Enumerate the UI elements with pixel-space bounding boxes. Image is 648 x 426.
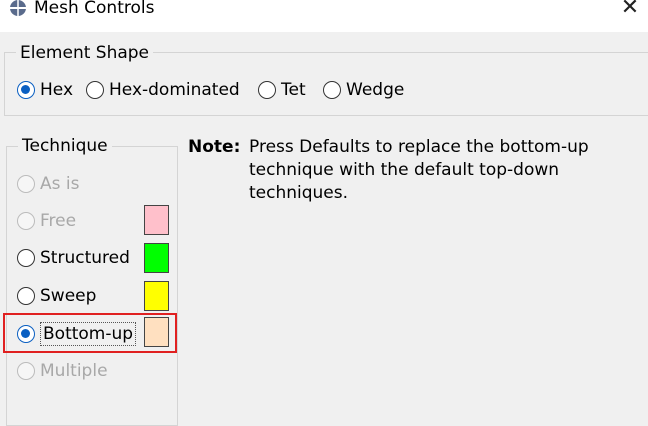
technique-option-sweep[interactable]: Sweep [17, 285, 96, 307]
technique-option-label: As is [40, 174, 80, 194]
technique-option-label: Multiple [40, 361, 108, 381]
technique-option-structured[interactable]: Structured [17, 247, 130, 269]
radio-hex-dominated[interactable] [86, 81, 104, 99]
radio-sweep[interactable] [17, 287, 35, 305]
close-icon[interactable]: ✕ [616, 0, 644, 22]
radio-multiple[interactable] [17, 362, 35, 380]
sweep-color-swatch [144, 281, 169, 311]
free-color-swatch [144, 205, 169, 235]
note-text: Press Defaults to replace the bottom-up … [249, 137, 589, 203]
shape-option-tet[interactable]: Tet [258, 79, 306, 101]
technique-option-multiple[interactable]: Multiple [17, 360, 108, 382]
radio-structured[interactable] [17, 249, 35, 267]
technique-option-label: Sweep [40, 286, 97, 306]
technique-option-label: Structured [40, 248, 130, 268]
app-icon [10, 0, 26, 16]
technique-option-label: Free [40, 211, 77, 231]
shape-option-label: Hex-dominated [109, 80, 240, 100]
radio-hex[interactable] [17, 81, 35, 99]
shape-option-label: Tet [281, 80, 306, 100]
shape-option-hex[interactable]: Hex [17, 79, 73, 101]
radio-free[interactable] [17, 212, 35, 230]
selection-highlight [3, 313, 177, 353]
title-bar: Mesh Controls ✕ [0, 0, 648, 32]
shape-option-label: Wedge [346, 80, 405, 100]
structured-color-swatch [144, 243, 169, 273]
shape-option-wedge[interactable]: Wedge [323, 79, 404, 101]
element-shape-group-title: Element Shape [16, 42, 154, 64]
note-label: Note: [188, 137, 241, 157]
shape-option-label: Hex [40, 80, 74, 100]
radio-tet[interactable] [258, 81, 276, 99]
radio-wedge[interactable] [323, 81, 341, 99]
window-title: Mesh Controls [34, 0, 155, 18]
technique-option-free[interactable]: Free [17, 210, 76, 232]
radio-as-is[interactable] [17, 175, 35, 193]
shape-option-hex-dominated[interactable]: Hex-dominated [86, 79, 240, 101]
technique-option-as-is[interactable]: As is [17, 173, 79, 195]
technique-group-title: Technique [18, 135, 112, 157]
